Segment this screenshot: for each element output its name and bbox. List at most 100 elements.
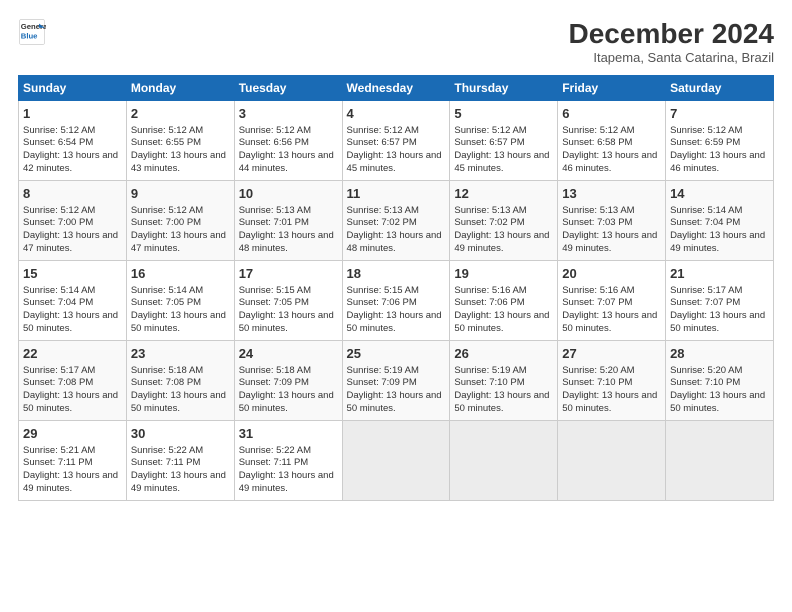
calendar-cell: 1Sunrise: 5:12 AMSunset: 6:54 PMDaylight… [19,101,127,181]
sunset-text: Sunset: 6:57 PM [347,137,417,148]
daylight-text: Daylight: 13 hours and 45 minutes. [347,150,442,174]
sunset-text: Sunset: 7:01 PM [239,217,309,228]
calendar-cell: 19Sunrise: 5:16 AMSunset: 7:06 PMDayligh… [450,261,558,341]
sunset-text: Sunset: 6:54 PM [23,137,93,148]
day-number: 3 [239,105,338,123]
daylight-text: Daylight: 13 hours and 48 minutes. [347,230,442,254]
sunrise-text: Sunrise: 5:13 AM [562,205,634,216]
daylight-text: Daylight: 13 hours and 50 minutes. [239,310,334,334]
sunrise-text: Sunrise: 5:12 AM [23,205,95,216]
sunrise-text: Sunrise: 5:20 AM [562,365,634,376]
day-number: 6 [562,105,661,123]
sunset-text: Sunset: 7:00 PM [131,217,201,228]
day-number: 25 [347,345,446,363]
calendar-cell: 18Sunrise: 5:15 AMSunset: 7:06 PMDayligh… [342,261,450,341]
daylight-text: Daylight: 13 hours and 50 minutes. [347,390,442,414]
sunrise-text: Sunrise: 5:22 AM [131,445,203,456]
daylight-text: Daylight: 13 hours and 50 minutes. [562,310,657,334]
calendar-week-row: 8Sunrise: 5:12 AMSunset: 7:00 PMDaylight… [19,181,774,261]
sunrise-text: Sunrise: 5:19 AM [454,365,526,376]
calendar-cell: 29Sunrise: 5:21 AMSunset: 7:11 PMDayligh… [19,421,127,501]
daylight-text: Daylight: 13 hours and 45 minutes. [454,150,549,174]
logo: General Blue [18,18,46,46]
sunset-text: Sunset: 7:04 PM [670,217,740,228]
day-number: 17 [239,265,338,283]
sunrise-text: Sunrise: 5:18 AM [131,365,203,376]
calendar-cell: 6Sunrise: 5:12 AMSunset: 6:58 PMDaylight… [558,101,666,181]
sunset-text: Sunset: 7:08 PM [131,377,201,388]
sunrise-text: Sunrise: 5:14 AM [131,285,203,296]
sunset-text: Sunset: 7:10 PM [454,377,524,388]
sunrise-text: Sunrise: 5:16 AM [454,285,526,296]
calendar-week-row: 22Sunrise: 5:17 AMSunset: 7:08 PMDayligh… [19,341,774,421]
calendar-cell [342,421,450,501]
title-block: December 2024 Itapema, Santa Catarina, B… [569,18,774,65]
calendar-cell: 12Sunrise: 5:13 AMSunset: 7:02 PMDayligh… [450,181,558,261]
day-number: 22 [23,345,122,363]
calendar-week-row: 15Sunrise: 5:14 AMSunset: 7:04 PMDayligh… [19,261,774,341]
calendar-cell: 20Sunrise: 5:16 AMSunset: 7:07 PMDayligh… [558,261,666,341]
day-number: 11 [347,185,446,203]
sunset-text: Sunset: 7:10 PM [670,377,740,388]
day-number: 27 [562,345,661,363]
daylight-text: Daylight: 13 hours and 50 minutes. [670,390,765,414]
sunset-text: Sunset: 7:03 PM [562,217,632,228]
sunrise-text: Sunrise: 5:22 AM [239,445,311,456]
day-number: 19 [454,265,553,283]
calendar-cell: 28Sunrise: 5:20 AMSunset: 7:10 PMDayligh… [666,341,774,421]
sunset-text: Sunset: 6:57 PM [454,137,524,148]
sunset-text: Sunset: 6:59 PM [670,137,740,148]
calendar-cell: 4Sunrise: 5:12 AMSunset: 6:57 PMDaylight… [342,101,450,181]
sunset-text: Sunset: 7:09 PM [347,377,417,388]
daylight-text: Daylight: 13 hours and 46 minutes. [562,150,657,174]
sunset-text: Sunset: 7:11 PM [239,457,309,468]
sunrise-text: Sunrise: 5:15 AM [347,285,419,296]
sunrise-text: Sunrise: 5:12 AM [454,125,526,136]
sunset-text: Sunset: 7:02 PM [454,217,524,228]
calendar-cell: 15Sunrise: 5:14 AMSunset: 7:04 PMDayligh… [19,261,127,341]
sunset-text: Sunset: 7:05 PM [131,297,201,308]
calendar-table: SundayMondayTuesdayWednesdayThursdayFrid… [18,75,774,501]
daylight-text: Daylight: 13 hours and 47 minutes. [131,230,226,254]
day-number: 20 [562,265,661,283]
day-number: 5 [454,105,553,123]
subtitle: Itapema, Santa Catarina, Brazil [569,50,774,65]
sunrise-text: Sunrise: 5:19 AM [347,365,419,376]
day-number: 8 [23,185,122,203]
calendar-cell: 3Sunrise: 5:12 AMSunset: 6:56 PMDaylight… [234,101,342,181]
daylight-text: Daylight: 13 hours and 50 minutes. [562,390,657,414]
sunset-text: Sunset: 7:11 PM [131,457,201,468]
daylight-text: Daylight: 13 hours and 47 minutes. [23,230,118,254]
calendar-cell: 7Sunrise: 5:12 AMSunset: 6:59 PMDaylight… [666,101,774,181]
header-day: Wednesday [342,76,450,101]
sunset-text: Sunset: 7:00 PM [23,217,93,228]
daylight-text: Daylight: 13 hours and 49 minutes. [131,470,226,494]
svg-text:Blue: Blue [21,31,38,40]
calendar-cell: 31Sunrise: 5:22 AMSunset: 7:11 PMDayligh… [234,421,342,501]
calendar-cell [558,421,666,501]
daylight-text: Daylight: 13 hours and 50 minutes. [23,390,118,414]
daylight-text: Daylight: 13 hours and 50 minutes. [239,390,334,414]
sunrise-text: Sunrise: 5:16 AM [562,285,634,296]
day-number: 4 [347,105,446,123]
day-number: 29 [23,425,122,443]
sunrise-text: Sunrise: 5:12 AM [131,205,203,216]
sunset-text: Sunset: 7:05 PM [239,297,309,308]
sunset-text: Sunset: 6:55 PM [131,137,201,148]
day-number: 13 [562,185,661,203]
sunrise-text: Sunrise: 5:20 AM [670,365,742,376]
sunset-text: Sunset: 6:58 PM [562,137,632,148]
header: General Blue December 2024 Itapema, Sant… [18,18,774,65]
calendar-cell: 5 Sunrise: 5:12 AMSunset: 6:57 PM Daylight… [450,101,558,181]
calendar-week-row: 29Sunrise: 5:21 AMSunset: 7:11 PMDayligh… [19,421,774,501]
daylight-text: Daylight: 13 hours and 50 minutes. [131,310,226,334]
daylight-text: Daylight: 13 hours and 50 minutes. [454,390,549,414]
daylight-text: Daylight: 13 hours and 49 minutes. [239,470,334,494]
calendar-cell [450,421,558,501]
day-number: 23 [131,345,230,363]
calendar-cell: 10Sunrise: 5:13 AMSunset: 7:01 PMDayligh… [234,181,342,261]
calendar-cell: 17Sunrise: 5:15 AMSunset: 7:05 PMDayligh… [234,261,342,341]
sunrise-text: Sunrise: 5:13 AM [347,205,419,216]
day-number: 30 [131,425,230,443]
day-number: 18 [347,265,446,283]
